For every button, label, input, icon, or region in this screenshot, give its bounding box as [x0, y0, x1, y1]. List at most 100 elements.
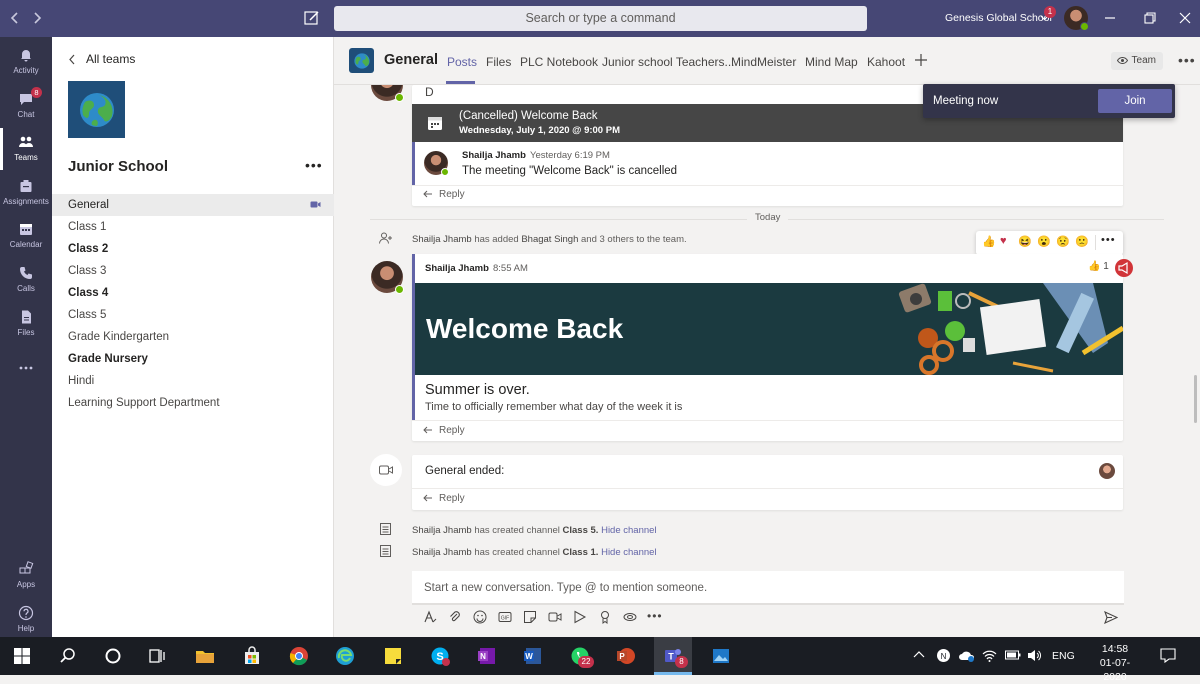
wifi-icon[interactable] — [982, 648, 997, 663]
windows-start-icon[interactable] — [12, 646, 32, 666]
channel-item-class-2[interactable]: Class 2 — [52, 238, 334, 260]
tab-mind-map[interactable]: Mind Map — [805, 55, 858, 69]
add-tab-icon[interactable] — [915, 54, 927, 66]
appbar-teams[interactable]: Teams — [0, 128, 52, 170]
channel-item-class-4[interactable]: Class 4 — [52, 282, 334, 304]
avatar[interactable] — [424, 151, 449, 176]
tab-kahoot[interactable]: Kahoot — [867, 55, 905, 69]
message-more-options-icon[interactable]: ••• — [1101, 234, 1116, 246]
skype-icon[interactable]: S — [430, 646, 450, 666]
word-icon[interactable]: W — [523, 646, 543, 666]
laugh-reaction-icon[interactable]: 😆 — [1018, 235, 1032, 248]
new-chat-icon[interactable] — [303, 9, 321, 27]
participant-avatar[interactable] — [1099, 463, 1115, 479]
teams-taskbar-active[interactable]: T 8 — [654, 637, 692, 675]
back-arrow-icon[interactable] — [6, 9, 24, 27]
minimize-icon[interactable] — [1103, 11, 1117, 25]
file-explorer-icon[interactable] — [195, 646, 215, 666]
reply-button[interactable]: Reply — [423, 425, 465, 436]
forward-arrow-icon[interactable] — [28, 9, 46, 27]
onedrive-icon[interactable] — [958, 648, 976, 663]
reply-button[interactable]: Reply — [423, 493, 465, 504]
compose-more-options-icon[interactable]: ••• — [647, 609, 663, 623]
new-conversation-input[interactable]: Start a new conversation. Type @ to ment… — [412, 571, 1124, 605]
heart-reaction-icon[interactable]: ♥ — [1000, 235, 1007, 247]
channel-item-class-3[interactable]: Class 3 — [52, 260, 334, 282]
restore-icon[interactable] — [1143, 11, 1157, 25]
channel-item-grade-nursery[interactable]: Grade Nursery — [52, 348, 334, 370]
appbar-activity[interactable]: Activity — [0, 41, 52, 83]
surprised-reaction-icon[interactable]: 😮 — [1037, 235, 1051, 248]
appbar-assignments[interactable]: Assignments — [0, 172, 52, 214]
search-input[interactable]: Search or type a command — [334, 6, 867, 31]
taskbar-clock[interactable]: 14:58 01-07-2020 — [1090, 642, 1140, 684]
scrollbar-thumb[interactable] — [1194, 375, 1197, 423]
join-button[interactable]: Join — [1098, 89, 1172, 113]
tab-posts[interactable]: Posts — [447, 55, 477, 69]
volume-icon[interactable] — [1027, 648, 1042, 663]
search-icon[interactable] — [58, 646, 78, 666]
appbar-calendar[interactable]: Calendar — [0, 215, 52, 257]
battery-icon[interactable] — [1005, 649, 1021, 661]
close-icon[interactable] — [1178, 11, 1192, 25]
appbar-apps[interactable]: Apps — [0, 555, 52, 597]
loop-icon[interactable] — [623, 610, 637, 624]
post-subtext: Time to officially remember what day of … — [425, 401, 683, 413]
channel-item-class-5[interactable]: Class 5 — [52, 304, 334, 326]
appbar-more[interactable] — [0, 354, 52, 396]
team-logo — [68, 81, 125, 138]
notifications-icon[interactable] — [1160, 647, 1176, 663]
hide-channel-link[interactable]: Hide channel — [601, 547, 656, 558]
avatar[interactable] — [371, 85, 404, 102]
input-language[interactable]: ENG — [1052, 650, 1075, 662]
appbar-calls[interactable]: Calls — [0, 259, 52, 301]
emoji-icon[interactable] — [473, 610, 487, 624]
onenote-icon[interactable]: N — [477, 646, 497, 666]
header-more-options-icon[interactable]: ••• — [1178, 52, 1196, 68]
like-reaction-icon[interactable]: 👍 — [982, 235, 996, 248]
tab-mindmeister[interactable]: MindMeister — [731, 55, 796, 69]
chevron-up-icon[interactable] — [912, 648, 926, 662]
tab-junior-school-teachers[interactable]: Junior school Teachers... — [602, 55, 735, 69]
task-view-icon[interactable] — [147, 646, 167, 666]
team-more-options-icon[interactable]: ••• — [305, 157, 323, 173]
attach-icon[interactable] — [448, 610, 462, 624]
sticker-icon[interactable] — [523, 610, 537, 624]
sad-reaction-icon[interactable]: 😟 — [1056, 235, 1070, 248]
all-teams-link[interactable]: All teams — [68, 52, 135, 66]
network-status-icon[interactable]: N — [936, 648, 951, 663]
hide-channel-link[interactable]: Hide channel — [601, 525, 656, 536]
avatar[interactable] — [371, 261, 404, 294]
team-button[interactable]: Team — [1111, 52, 1163, 70]
powerpoint-icon[interactable]: P — [616, 646, 636, 666]
channel-item-hindi[interactable]: Hindi — [52, 370, 334, 392]
send-icon[interactable] — [1104, 611, 1118, 624]
meet-now-icon[interactable] — [548, 610, 562, 624]
appbar-help[interactable]: Help — [0, 599, 52, 641]
post-author: Shailja Jhamb — [425, 263, 489, 274]
praise-icon[interactable] — [598, 610, 612, 624]
tab-plc-notebook[interactable]: PLC Notebook — [520, 55, 598, 69]
stream-icon[interactable] — [573, 610, 587, 624]
channel-item-learning-support[interactable]: Learning Support Department — [52, 392, 334, 414]
angry-reaction-icon[interactable]: 🙁 — [1075, 235, 1089, 248]
channel-item-class-1[interactable]: Class 1 — [52, 216, 334, 238]
store-icon[interactable] — [242, 646, 262, 666]
edge-icon[interactable] — [335, 646, 355, 666]
channel-item-grade-kindergarten[interactable]: Grade Kindergarten — [52, 326, 334, 348]
chrome-icon[interactable] — [289, 646, 309, 666]
appbar-chat[interactable]: 8 Chat — [0, 85, 52, 127]
post-heading: Summer is over. — [425, 382, 530, 398]
sticky-notes-icon[interactable] — [383, 646, 403, 666]
appbar-files[interactable]: Files — [0, 303, 52, 345]
photos-icon[interactable] — [711, 646, 731, 666]
cortana-icon[interactable] — [103, 646, 123, 666]
channel-item-general[interactable]: General — [52, 194, 334, 216]
format-icon[interactable] — [423, 610, 437, 624]
gif-icon[interactable]: GIF — [498, 610, 512, 624]
message-list[interactable]: D (Cancelled) Welcome Back Wednesday, Ju… — [334, 85, 1200, 558]
tab-files[interactable]: Files — [486, 55, 511, 69]
like-count[interactable]: 👍 1 — [1088, 261, 1109, 272]
reply-button[interactable]: Reply — [423, 189, 465, 200]
org-name[interactable]: Genesis Global School — [945, 12, 1052, 24]
